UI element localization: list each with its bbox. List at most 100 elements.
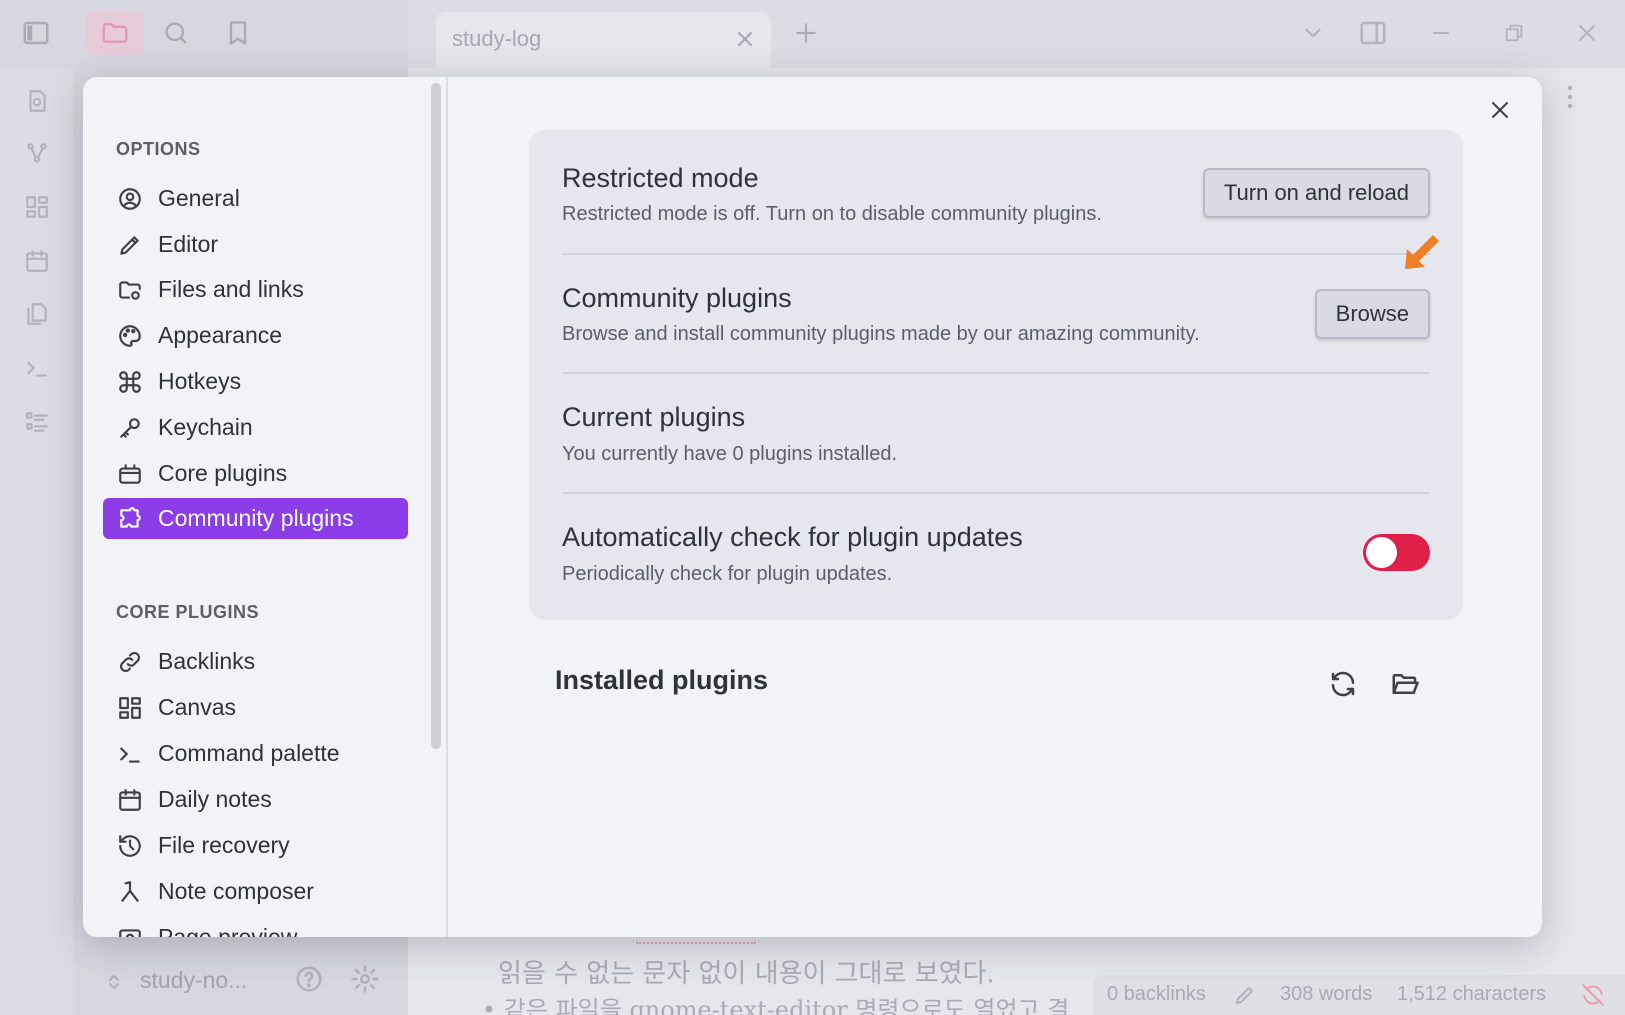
nav-item-hotkeys[interactable]: Hotkeys [103,361,408,402]
nav-item-backlinks[interactable]: Backlinks [103,641,408,682]
sync-disabled-icon[interactable] [1580,982,1606,1008]
nav-item-label: File recovery [158,832,290,858]
vault-switcher-icon[interactable] [106,972,122,992]
toggle-right-sidebar-icon[interactable] [1356,16,1390,50]
preview-icon [116,924,144,937]
nav-item-label: General [158,185,240,211]
auto-update-toggle[interactable] [1363,534,1430,571]
setting-description: Periodically check for plugin updates. [562,563,893,585]
editor-text-line: • 같은 파일을 gnome-text-editor 명령으로도 열었고 결 [482,996,1070,1015]
nav-item-label: Editor [158,231,219,257]
nav-item-general[interactable]: General [103,178,408,219]
settings-gear-icon[interactable] [350,964,380,994]
tab-title: study-log [452,26,542,51]
toggle-knob [1366,537,1397,568]
modal-close-icon[interactable] [1483,93,1517,127]
files-tab-icon[interactable] [86,11,144,55]
graph-view-icon[interactable] [20,136,54,170]
puzzle-icon [116,505,144,533]
editor-tab[interactable]: study-log [436,12,771,68]
pointer-arrow-icon [1399,231,1443,275]
reload-plugins-icon[interactable] [1326,667,1360,701]
nav-item-core-plugins[interactable]: Core plugins [103,453,408,494]
nav-item-appearance[interactable]: Appearance [103,315,408,356]
browse-button[interactable]: Browse [1314,289,1430,339]
minimize-icon[interactable] [1424,16,1458,50]
settings-modal: OPTIONS General Editor Files and links A… [83,77,1542,937]
tab-close-icon[interactable] [733,27,757,51]
nav-item-editor[interactable]: Editor [103,224,408,265]
nav-item-community-plugins[interactable]: Community plugins [103,498,408,539]
plug-box-icon [116,460,144,488]
nav-item-label: Backlinks [158,648,256,674]
nav-item-label: Command palette [158,740,340,766]
setting-name: Current plugins [562,402,746,432]
nav-item-label: Core plugins [158,460,288,486]
new-tab-icon[interactable] [789,16,823,50]
link-icon [116,648,144,676]
status-char-count: 1,512 characters [1397,983,1546,1005]
help-icon[interactable] [294,964,324,994]
setting-community-plugins: Community plugins Browse and install com… [562,255,1430,374]
nav-item-label: Page preview [158,924,298,937]
setting-name: Community plugins [562,283,792,313]
nav-item-label: Hotkeys [158,368,242,394]
edit-mode-icon[interactable] [1233,983,1257,1007]
editor-text-line: 읽을 수 없는 문자 없이 내용이 그대로 보였다. [498,959,995,989]
nav-item-label: Note composer [158,878,314,904]
turn-on-and-reload-button[interactable]: Turn on and reload [1202,168,1430,218]
setting-name: Automatically check for plugin updates [562,522,1023,552]
daily-note-icon[interactable] [20,244,54,278]
vault-name[interactable]: study-no... [140,967,247,994]
nav-item-files-and-links[interactable]: Files and links [103,269,408,310]
setting-restricted-mode: Restricted mode Restricted mode is off. … [562,130,1430,255]
status-bar: 0 backlinks 308 words 1,512 characters [1093,975,1625,1015]
templates-icon[interactable] [20,297,54,331]
nav-item-canvas[interactable]: Canvas [103,687,408,728]
layout-grid-icon [116,694,144,722]
more-options-icon[interactable] [1566,84,1574,110]
merge-icon [116,878,144,906]
tab-list-chevron-icon[interactable] [1296,16,1330,50]
nav-item-daily-notes[interactable]: Daily notes [103,779,408,820]
spellcheck-underline [636,938,756,944]
restore-icon[interactable] [1497,16,1531,50]
command-palette-icon[interactable] [20,351,54,385]
nav-item-keychain[interactable]: Keychain [103,407,408,448]
open-quick-switcher-icon[interactable] [20,84,54,118]
nav-item-label: Appearance [158,322,283,348]
nav-item-label: Files and links [158,276,304,302]
nav-item-label: Community plugins [158,505,354,531]
community-plugins-settings: Restricted mode Restricted mode is off. … [529,130,1463,620]
history-icon [116,832,144,860]
nav-item-command-palette[interactable]: Command palette [103,733,408,774]
open-plugins-folder-icon[interactable] [1388,667,1422,701]
window-close-icon[interactable] [1570,16,1604,50]
setting-description: You currently have 0 plugins installed. [562,443,898,465]
nav-item-label: Daily notes [158,786,272,812]
nav-item-file-recovery[interactable]: File recovery [103,825,408,866]
status-word-count: 308 words [1280,983,1373,1005]
setting-name: Restricted mode [562,163,759,193]
setting-auto-update-check: Automatically check for plugin updates P… [562,494,1430,620]
nav-item-label: Keychain [158,414,253,440]
outline-icon[interactable] [20,405,54,439]
search-icon[interactable] [159,16,193,50]
palette-icon [116,322,144,350]
nav-item-page-preview[interactable]: Page preview [103,917,408,937]
setting-description: Restricted mode is off. Turn on to disab… [562,203,1102,225]
toggle-sidebar-icon[interactable] [19,16,53,50]
canvas-icon[interactable] [20,190,54,224]
setting-current-plugins: Current plugins You currently have 0 plu… [562,374,1430,494]
settings-nav: OPTIONS General Editor Files and links A… [83,77,448,937]
bookmark-icon[interactable] [221,16,255,50]
folder-cog-icon [116,276,144,304]
nav-scrollbar[interactable] [431,83,441,749]
command-icon [116,368,144,396]
nav-item-note-composer[interactable]: Note composer [103,871,408,912]
user-circle-icon [116,185,144,213]
status-backlinks[interactable]: 0 backlinks [1107,983,1206,1006]
nav-item-label: Canvas [158,694,236,720]
installed-plugins-heading: Installed plugins [555,665,769,695]
terminal-icon [116,740,144,768]
